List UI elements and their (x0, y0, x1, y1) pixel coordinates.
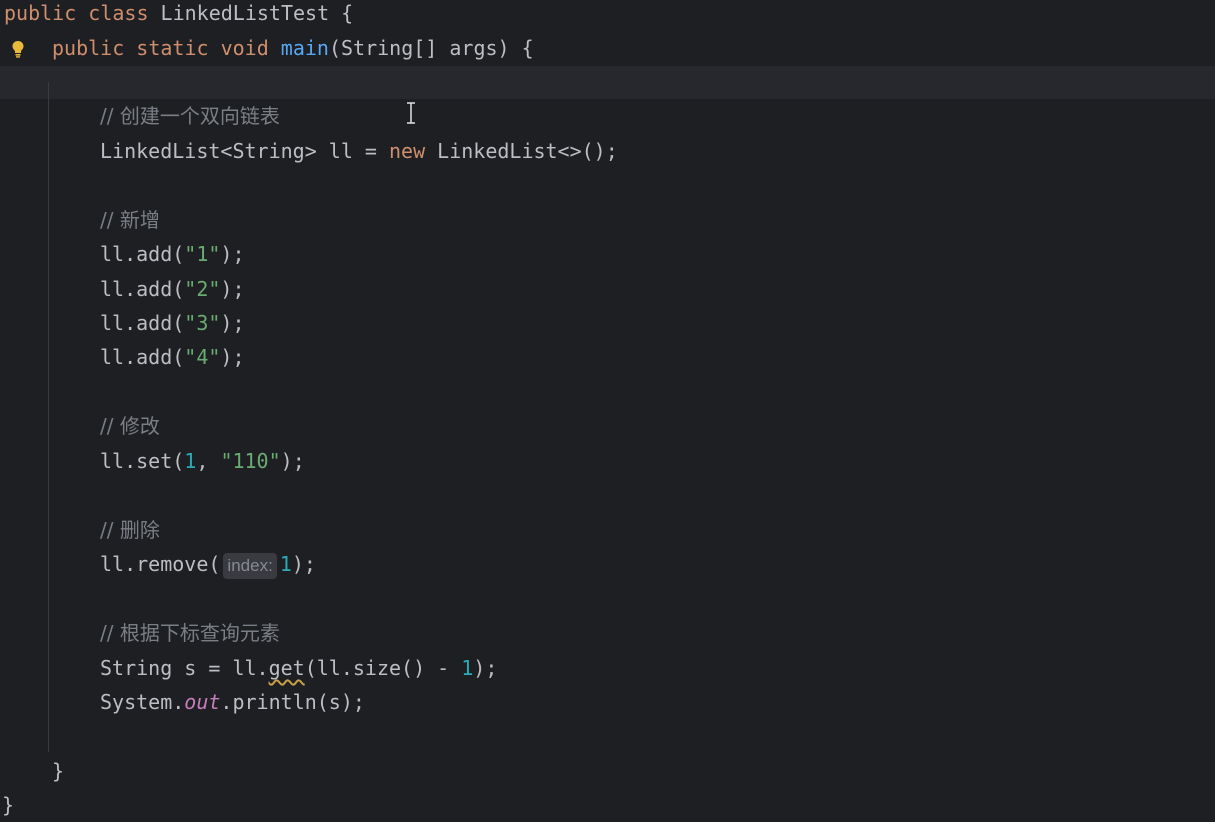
code-line-remove[interactable]: ll.remove(index: 1); (100, 547, 316, 581)
code-text: ); (220, 242, 245, 266)
code-text: ); (220, 345, 245, 369)
code-line-add[interactable]: ll.add("3"); (100, 306, 245, 340)
code-line-add[interactable]: ll.add("2"); (100, 272, 245, 306)
code-comment[interactable]: // 根据下标查询元素 (100, 616, 280, 650)
code-line-set[interactable]: ll.set(1, "110"); (100, 444, 305, 478)
code-text: ll.add( (100, 345, 185, 369)
code-line-println[interactable]: System.out.println(s); (100, 685, 365, 719)
code-text: .println(s); (220, 690, 365, 714)
code-text: ll.remove( (100, 552, 221, 576)
parameter-hint: index: (223, 552, 277, 579)
code-comment[interactable]: // 创建一个双向链表 (100, 99, 280, 133)
static-field: out (184, 690, 221, 714)
number-literal: 1 (184, 449, 197, 473)
number-literal: 1 (461, 656, 474, 680)
code-text: (String[] args) { (328, 36, 534, 60)
method-name: main (280, 36, 329, 60)
code-line-linkedlist-init[interactable]: LinkedList<String> ll = new LinkedList<>… (100, 134, 618, 168)
code-comment[interactable]: // 新增 (100, 203, 160, 237)
code-text: ll.add( (100, 311, 185, 335)
text-cursor-icon (407, 102, 415, 124)
code-text: System. (100, 690, 185, 714)
code-text: ); (220, 311, 245, 335)
code-text: LinkedList<>(); (425, 139, 618, 163)
indent-guide (48, 82, 49, 752)
code-text: LinkedList<String> ll = (100, 139, 389, 163)
keyword: new (388, 139, 426, 163)
string-literal: "2" (184, 277, 221, 301)
code-text: String s = ll. (100, 656, 269, 680)
code-line-class-close[interactable]: } (2, 788, 14, 822)
code-text: , (196, 449, 221, 473)
code-text: ll.set( (100, 449, 185, 473)
code-text: ll.add( (100, 242, 185, 266)
code-line-class-declaration[interactable]: public class LinkedListTest { (4, 0, 353, 30)
code-line-get[interactable]: String s = ll.get(ll.size() - 1); (100, 651, 497, 685)
string-literal: "3" (184, 311, 221, 335)
string-literal: "110" (220, 449, 281, 473)
code-line-method-close[interactable]: } (52, 754, 64, 788)
code-text: ); (280, 449, 305, 473)
code-text: ll.add( (100, 277, 185, 301)
string-literal: "1" (184, 242, 221, 266)
keyword: public class (4, 1, 161, 25)
lightbulb-icon[interactable] (11, 40, 25, 58)
keyword: public static void (52, 36, 281, 60)
code-line-main-method[interactable]: public static void main(String[] args) { (52, 31, 534, 65)
code-comment[interactable]: // 修改 (100, 409, 160, 443)
code-comment[interactable]: // 删除 (100, 513, 160, 547)
code-line-add[interactable]: ll.add("1"); (100, 237, 245, 271)
number-literal: 1 (279, 552, 292, 576)
class-name: LinkedListTest (160, 1, 330, 25)
string-literal: "4" (184, 345, 221, 369)
current-line-highlight (0, 66, 1215, 99)
warning-method-call[interactable]: get (269, 656, 305, 680)
code-text: { (329, 1, 354, 25)
code-text: ); (291, 552, 316, 576)
code-text: ); (220, 277, 245, 301)
code-line-add[interactable]: ll.add("4"); (100, 340, 245, 374)
code-text: (ll.size() - (304, 656, 462, 680)
code-text: ); (473, 656, 498, 680)
